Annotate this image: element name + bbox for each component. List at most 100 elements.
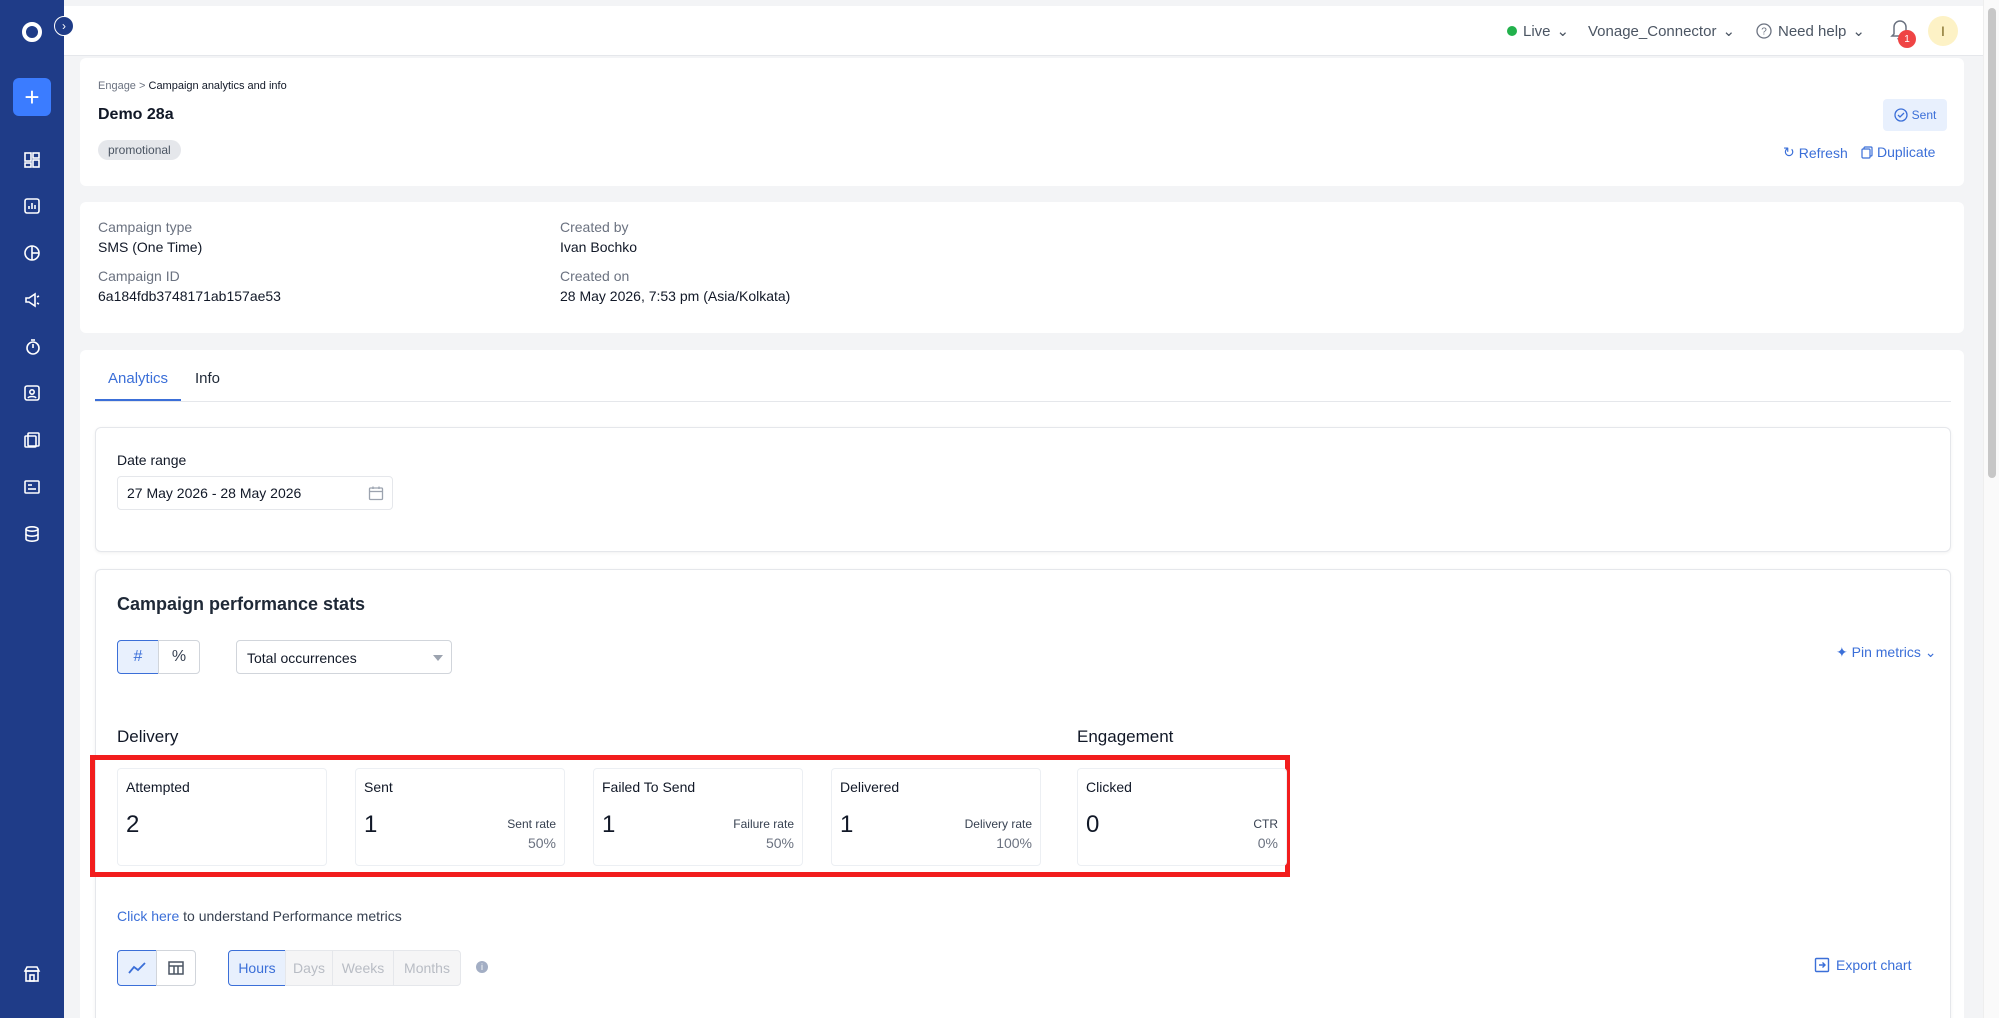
refresh-button[interactable]: ↻ Refresh <box>1783 144 1848 161</box>
date-range-value: 27 May 2026 - 28 May 2026 <box>127 485 302 501</box>
environment-selector[interactable]: Live ⌄ <box>1507 22 1569 40</box>
analytics-icon[interactable] <box>20 194 44 218</box>
caret-down-icon <box>433 655 443 661</box>
sidebar: › + <box>0 0 74 1018</box>
date-range-card: Date range 27 May 2026 - 28 May 2026 <box>95 427 1951 552</box>
granularity-days[interactable]: Days <box>285 950 333 986</box>
dashboard-icon[interactable] <box>20 148 44 172</box>
pin-metrics-button[interactable]: ✦ Pin metrics ⌄ <box>1836 644 1936 661</box>
user-avatar[interactable]: I <box>1928 16 1958 46</box>
workspace-selector[interactable]: Vonage_Connector ⌄ <box>1588 22 1735 41</box>
breadcrumb-root-link[interactable]: Engage <box>98 80 136 92</box>
delivery-section-title: Delivery <box>117 727 179 746</box>
active-tab-indicator <box>95 399 181 401</box>
marketplace-icon[interactable] <box>20 962 44 986</box>
content-cards-icon[interactable] <box>20 475 44 499</box>
aggregation-select[interactable]: Total occurrences <box>236 640 452 674</box>
campaign-header: Engage > Campaign analytics and info Dem… <box>80 58 1964 186</box>
granularity-hours[interactable]: Hours <box>228 950 286 986</box>
analytics-panel: Analytics Info Date range 27 May 2026 - … <box>80 350 1964 1018</box>
help-text: to understand Performance metrics <box>183 908 402 924</box>
campaigns-megaphone-icon[interactable] <box>20 288 44 312</box>
templates-icon[interactable] <box>20 428 44 452</box>
metric-rate: 50% <box>527 835 556 851</box>
refresh-icon: ↻ <box>1783 144 1795 160</box>
table-view-button[interactable] <box>156 950 196 986</box>
metric-rate-label: Sent rate <box>507 817 556 831</box>
created-on-label: Created on <box>560 268 630 284</box>
refresh-label: Refresh <box>1798 144 1848 161</box>
metric-clicked[interactable]: Clicked 0 CTR 0% <box>1077 768 1287 866</box>
tab-analytics[interactable]: Analytics <box>108 370 168 387</box>
created-on-value: 28 May 2026, 7:53 pm (Asia/Kolkata) <box>560 288 791 304</box>
export-chart-label: Export chart <box>1836 957 1912 973</box>
created-by-value: Ivan Bochko <box>560 239 638 255</box>
percent-toggle-button[interactable]: % <box>158 640 200 674</box>
chevron-down-icon: ⌄ <box>1852 23 1865 40</box>
app-logo[interactable] <box>16 16 48 48</box>
page-scrollbar[interactable] <box>1983 0 1999 1018</box>
table-icon <box>168 961 184 975</box>
check-circle-icon <box>1894 108 1908 122</box>
duplicate-button[interactable]: Duplicate <box>1861 144 1935 160</box>
chevron-down-icon: ⌄ <box>1556 23 1570 40</box>
export-chart-button[interactable]: Export chart <box>1814 957 1911 973</box>
tab-divider <box>95 401 1951 402</box>
help-menu[interactable]: ? Need help ⌄ <box>1756 22 1865 40</box>
pin-icon: ✦ <box>1836 644 1848 660</box>
metric-rate-label: Delivery rate <box>964 817 1032 831</box>
sidebar-expand-button[interactable]: › <box>54 16 74 36</box>
help-circle-icon: ? <box>1756 23 1772 39</box>
page-title: Demo 28a <box>98 106 174 123</box>
contacts-icon[interactable] <box>20 381 44 405</box>
metric-label: Attempted <box>126 779 190 795</box>
metric-attempted[interactable]: Attempted 2 <box>117 768 327 866</box>
granularity-weeks[interactable]: Weeks <box>332 950 394 986</box>
duplicate-label: Duplicate <box>1877 144 1936 160</box>
notification-count-badge: 1 <box>1898 30 1916 48</box>
create-button[interactable]: + <box>13 78 51 116</box>
scrollbar-thumb[interactable] <box>1988 8 1996 478</box>
info-icon[interactable]: i <box>476 961 488 973</box>
metric-label: Failed To Send <box>602 779 696 795</box>
database-icon[interactable] <box>20 522 44 546</box>
campaign-id-value: 6a184fdb3748171ab157ae53 <box>98 288 281 304</box>
line-chart-view-button[interactable] <box>117 950 157 986</box>
granularity-months[interactable]: Months <box>393 950 461 986</box>
date-range-picker[interactable]: 27 May 2026 - 28 May 2026 <box>117 476 393 510</box>
metric-delivered[interactable]: Delivered 1 Delivery rate 100% <box>831 768 1041 866</box>
metric-rate: 0% <box>1257 835 1278 851</box>
metric-failed-to-send[interactable]: Failed To Send 1 Failure rate 50% <box>593 768 803 866</box>
metric-rate: 50% <box>765 835 794 851</box>
chevron-down-icon: ⌄ <box>1924 644 1937 660</box>
app-root: › + Live ⌄ Vonage_Connector ⌄ ? Need hel… <box>0 0 1999 1018</box>
metric-rate-label: Failure rate <box>733 817 794 831</box>
breadcrumb-separator: > <box>139 80 146 92</box>
click-here-link[interactable]: Click here <box>117 908 179 924</box>
copy-icon <box>1861 145 1873 159</box>
help-label: Need help <box>1778 22 1847 40</box>
metric-label: Clicked <box>1086 779 1132 795</box>
campaign-id-label: Campaign ID <box>98 268 180 284</box>
segments-icon[interactable] <box>20 241 44 265</box>
metric-rate-label: CTR <box>1253 817 1278 831</box>
campaign-type-value: SMS (One Time) <box>98 239 203 255</box>
metric-value: 1 <box>840 811 854 838</box>
aggregation-value: Total occurrences <box>247 650 357 666</box>
count-toggle-button[interactable]: # <box>117 640 159 674</box>
topbar: Live ⌄ Vonage_Connector ⌄ ? Need help ⌄ … <box>64 6 1983 56</box>
breadcrumb-current: Campaign analytics and info <box>148 80 287 92</box>
metric-value: 1 <box>364 811 378 838</box>
live-status-dot <box>1507 26 1517 36</box>
metric-value: 2 <box>126 811 140 838</box>
status-badge: Sent <box>1883 99 1947 131</box>
campaign-tag: promotional <box>98 140 181 160</box>
metric-rate: 100% <box>996 835 1032 851</box>
metric-sent[interactable]: Sent 1 Sent rate 50% <box>355 768 565 866</box>
timer-icon[interactable] <box>20 335 44 359</box>
campaign-details: Campaign type SMS (One Time) Campaign ID… <box>80 202 1964 333</box>
performance-stats-card: Campaign performance stats # % Total occ… <box>90 569 1951 1018</box>
tab-info[interactable]: Info <box>195 370 220 387</box>
performance-help-text: Click here to understand Performance met… <box>117 908 402 924</box>
line-chart-icon <box>128 962 146 974</box>
